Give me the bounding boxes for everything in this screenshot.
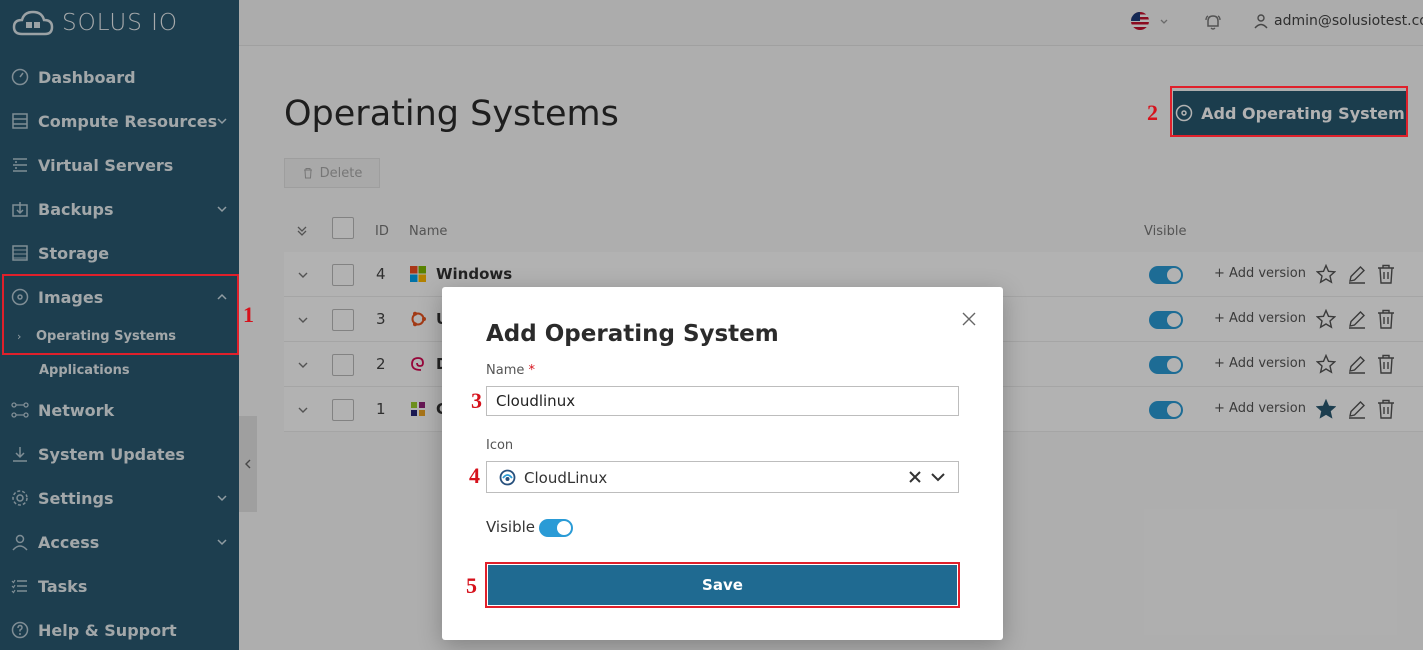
name-input[interactable] [486, 386, 959, 416]
icon-select[interactable]: CloudLinux [486, 461, 959, 493]
visible-toggle[interactable] [539, 519, 573, 537]
icon-field-label: Icon [486, 438, 514, 453]
name-label-text: Name [486, 363, 525, 378]
cloudlinux-logo-icon [499, 469, 516, 486]
callout-number: 2 [1147, 100, 1158, 125]
add-os-modal: Add Operating System Name * 3 Icon 4 Clo… [442, 287, 1003, 640]
callout-number: 3 [471, 388, 482, 413]
chevron-down-icon[interactable] [931, 472, 945, 482]
icon-select-value: CloudLinux [524, 469, 608, 487]
required-marker: * [528, 363, 536, 378]
callout-number: 1 [243, 302, 254, 327]
name-field-label: Name * [486, 363, 535, 378]
close-icon[interactable] [961, 311, 977, 327]
visible-label: Visible [486, 518, 535, 536]
callout-box-1 [2, 274, 239, 355]
save-button[interactable]: Save [488, 565, 957, 605]
clear-icon[interactable] [909, 471, 921, 483]
modal-title: Add Operating System [486, 321, 779, 347]
callout-number: 5 [466, 573, 477, 598]
callout-box-2 [1170, 86, 1408, 137]
callout-number: 4 [469, 463, 480, 488]
